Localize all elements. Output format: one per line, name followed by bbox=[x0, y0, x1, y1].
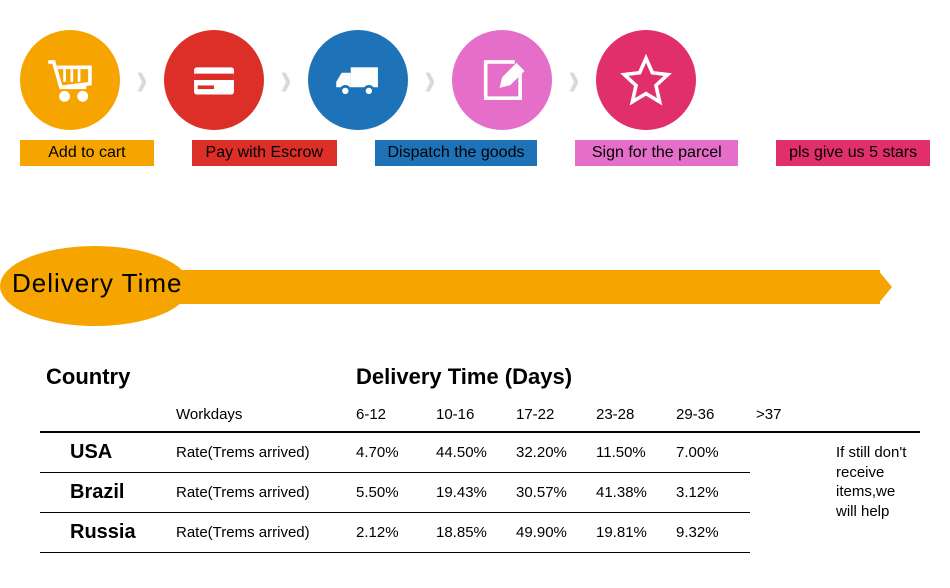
table-row: Brazil Rate(Trems arrived) 5.50% 19.43% … bbox=[40, 473, 920, 513]
range-2: 17-22 bbox=[510, 398, 590, 432]
side-note: If still don't receive items,we will hel… bbox=[830, 432, 920, 553]
sign-icon bbox=[452, 30, 552, 130]
chevron-icon: › bbox=[278, 56, 295, 104]
rate-label: Rate(Trems arrived) bbox=[170, 473, 350, 513]
chevron-icon: › bbox=[134, 56, 151, 104]
range-1: 10-16 bbox=[430, 398, 510, 432]
step-dispatch bbox=[308, 30, 408, 130]
th-country: Country bbox=[40, 356, 170, 398]
label-add-to-cart: Add to cart bbox=[20, 140, 154, 166]
table-row: Russia Rate(Trems arrived) 2.12% 18.85% … bbox=[40, 513, 920, 553]
step-sign-parcel bbox=[452, 30, 552, 130]
delivery-table: Country Delivery Time (Days) Workdays 6-… bbox=[40, 356, 920, 553]
step-five-stars bbox=[596, 30, 696, 130]
range-0: 6-12 bbox=[350, 398, 430, 432]
country-russia: Russia bbox=[40, 513, 170, 553]
range-4: 29-36 bbox=[670, 398, 750, 432]
step-labels: Add to cart Pay with Escrow Dispatch the… bbox=[0, 130, 950, 166]
credit-card-icon bbox=[164, 30, 264, 130]
range-5: >37 bbox=[750, 398, 830, 432]
process-steps: › › › › bbox=[0, 0, 950, 130]
country-brazil: Brazil bbox=[40, 473, 170, 513]
th-delivery: Delivery Time (Days) bbox=[350, 356, 830, 398]
workdays-label: Workdays bbox=[170, 398, 350, 432]
range-3: 23-28 bbox=[590, 398, 670, 432]
truck-icon bbox=[308, 30, 408, 130]
label-sign-parcel: Sign for the parcel bbox=[575, 140, 738, 166]
rate-label: Rate(Trems arrived) bbox=[170, 513, 350, 553]
label-five-stars: pls give us 5 stars bbox=[776, 140, 930, 166]
banner-title: Delivery Time bbox=[12, 268, 182, 299]
step-add-to-cart bbox=[20, 30, 120, 130]
section-banner: Delivery Time bbox=[0, 246, 950, 326]
star-icon bbox=[596, 30, 696, 130]
chevron-icon: › bbox=[422, 56, 439, 104]
cart-icon bbox=[20, 30, 120, 130]
country-usa: USA bbox=[40, 432, 170, 473]
label-pay-escrow: Pay with Escrow bbox=[192, 140, 337, 166]
chevron-icon: › bbox=[566, 56, 583, 104]
label-dispatch: Dispatch the goods bbox=[375, 140, 538, 166]
step-pay-escrow bbox=[164, 30, 264, 130]
table-row: USA Rate(Trems arrived) 4.70% 44.50% 32.… bbox=[40, 432, 920, 473]
rate-label: Rate(Trems arrived) bbox=[170, 432, 350, 473]
